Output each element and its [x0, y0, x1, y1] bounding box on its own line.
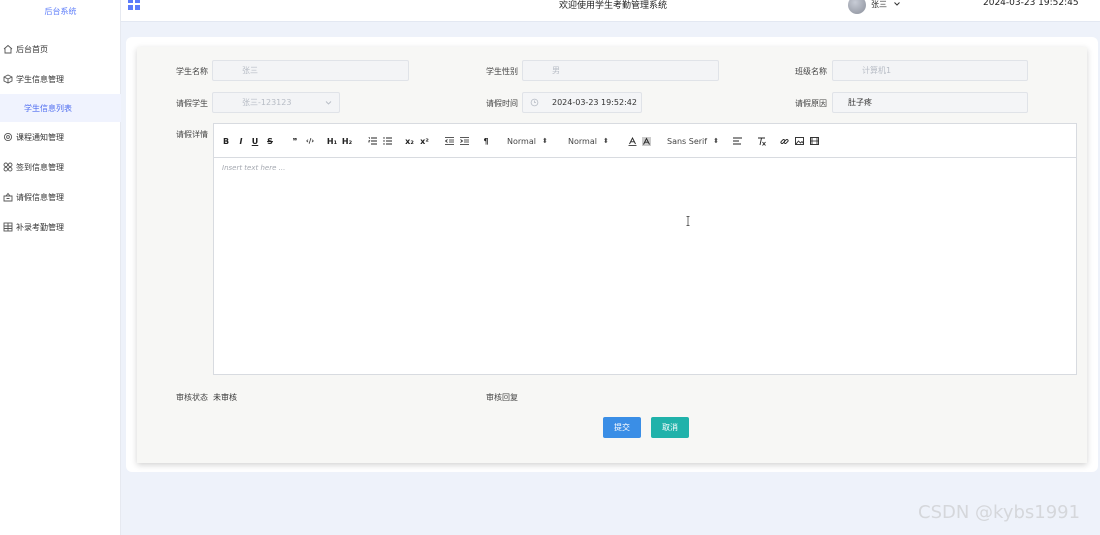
sidebar-item-label: 课程通知管理	[16, 132, 64, 142]
welcome-title: 欢迎使用学生考勤管理系统	[559, 1, 668, 11]
sidebar-item-signin[interactable]: 签到信息管理	[0, 153, 121, 181]
student-gender-field[interactable]: 男	[522, 60, 719, 81]
leave-time-picker[interactable]: 2024-03-23 19:52:42	[522, 92, 642, 113]
home-icon	[3, 44, 13, 54]
tray-icon	[3, 192, 13, 202]
video-icon[interactable]	[809, 135, 819, 147]
indent-icon[interactable]	[459, 135, 469, 147]
image-icon[interactable]	[794, 135, 804, 147]
blockquote-button[interactable]: ❞	[290, 135, 300, 147]
sidebar-item-student-list[interactable]: 学生信息列表	[0, 94, 121, 122]
updown-icon: ⬍	[602, 137, 609, 145]
leave-student-value: 张三-123123	[242, 98, 292, 107]
sidebar-item-student-info[interactable]: 学生信息管理	[0, 65, 121, 93]
leave-time-value: 2024-03-23 19:52:42	[552, 98, 637, 107]
sidebar-item-label: 补录考勤管理	[16, 222, 64, 232]
chevron-down-icon[interactable]	[892, 0, 902, 9]
sidebar-item-label: 后台首页	[16, 44, 48, 54]
gear-icon	[3, 132, 13, 142]
leave-time-label: 请假时间	[486, 99, 518, 108]
clear-format-icon[interactable]	[756, 135, 766, 147]
grid-icon	[3, 162, 13, 172]
header-select-value: Normal	[507, 136, 536, 146]
sidebar-item-course-notice[interactable]: 课程通知管理	[0, 123, 121, 151]
clock-icon	[530, 98, 539, 107]
ordered-list-icon[interactable]	[367, 135, 377, 147]
heading1-button[interactable]: H₁	[327, 135, 337, 147]
font-select-value: Sans Serif	[667, 136, 708, 146]
chevron-down-icon	[324, 98, 333, 107]
text-color-icon[interactable]	[628, 135, 637, 147]
cube-icon	[3, 74, 13, 84]
header-select[interactable]: Normal ⬍	[507, 135, 552, 147]
underline-button[interactable]: U	[251, 135, 259, 147]
text-cursor-icon	[686, 216, 690, 226]
text-direction-button[interactable]: ¶	[481, 135, 491, 147]
sidebar-item-label: 签到信息管理	[16, 162, 64, 172]
editor-toolbar: B I U S ❞ ‹/› H₁ H₂ x₂ x² ¶ Normal ⬍ Norm…	[214, 124, 1076, 158]
leave-reason-field[interactable]: 肚子疼	[832, 92, 1028, 113]
superscript-button[interactable]: x²	[420, 135, 429, 147]
editor-content[interactable]: Insert text here ...	[222, 164, 285, 172]
subscript-button[interactable]: x₂	[405, 135, 414, 147]
align-icon[interactable]	[732, 135, 742, 147]
sidebar: 后台系统 后台首页 学生信息管理 学生信息列表 课程通知管理 签到信息管理 请假…	[0, 0, 121, 535]
review-status-value: 未审核	[213, 393, 237, 402]
strike-button[interactable]: S	[266, 135, 274, 147]
leave-reason-label: 请假原因	[795, 99, 827, 108]
bullet-list-icon[interactable]	[382, 135, 392, 147]
italic-button[interactable]: I	[237, 135, 245, 147]
sidebar-item-label: 学生信息列表	[24, 103, 72, 113]
username[interactable]: 张三	[871, 0, 887, 10]
heading2-button[interactable]: H₂	[342, 135, 352, 147]
sidebar-item-home[interactable]: 后台首页	[0, 35, 121, 63]
size-select-value: Normal	[568, 136, 597, 146]
sidebar-item-label: 请假信息管理	[16, 192, 64, 202]
leave-student-label: 请假学生	[176, 99, 208, 108]
bold-button[interactable]: B	[222, 135, 230, 147]
updown-icon: ⬍	[713, 137, 719, 145]
rich-text-editor: B I U S ❞ ‹/› H₁ H₂ x₂ x² ¶ Normal ⬍ Norm…	[213, 123, 1077, 375]
current-datetime: 2024-03-23 19:52:45	[983, 0, 1079, 8]
review-reply-label: 审核回复	[486, 393, 518, 402]
font-select[interactable]: Sans Serif ⬍	[667, 135, 722, 147]
size-select[interactable]: Normal ⬍	[568, 135, 613, 147]
sidebar-item-label: 学生信息管理	[16, 74, 64, 84]
code-block-button[interactable]: ‹/›	[304, 135, 316, 147]
student-name-field[interactable]: 张三	[212, 60, 409, 81]
watermark: CSDN @kybs1991	[918, 502, 1081, 523]
leave-student-select[interactable]: 张三-123123	[212, 92, 340, 113]
background-color-icon[interactable]	[642, 135, 651, 147]
student-gender-label: 学生性别	[486, 67, 518, 76]
updown-icon: ⬍	[541, 137, 548, 145]
submit-button[interactable]: 提交	[603, 417, 641, 438]
review-status-label: 审核状态	[176, 393, 208, 402]
top-bar: 欢迎使用学生考勤管理系统 张三 2024-03-23 19:52:45	[121, 0, 1100, 22]
outdent-icon[interactable]	[444, 135, 454, 147]
leave-detail-label: 请假详情	[176, 130, 208, 139]
class-name-label: 班级名称	[795, 67, 827, 76]
cancel-button[interactable]: 取消	[651, 417, 689, 438]
avatar[interactable]	[848, 0, 866, 14]
student-name-label: 学生名称	[176, 67, 208, 76]
class-name-field[interactable]: 计算机1	[832, 60, 1028, 81]
table-icon	[3, 222, 13, 232]
sidebar-item-makeup[interactable]: 补录考勤管理	[0, 213, 121, 241]
app-title: 后台系统	[44, 7, 77, 16]
apps-grid-icon[interactable]	[128, 0, 140, 10]
sidebar-item-leave[interactable]: 请假信息管理	[0, 183, 121, 211]
link-icon[interactable]	[779, 135, 789, 147]
